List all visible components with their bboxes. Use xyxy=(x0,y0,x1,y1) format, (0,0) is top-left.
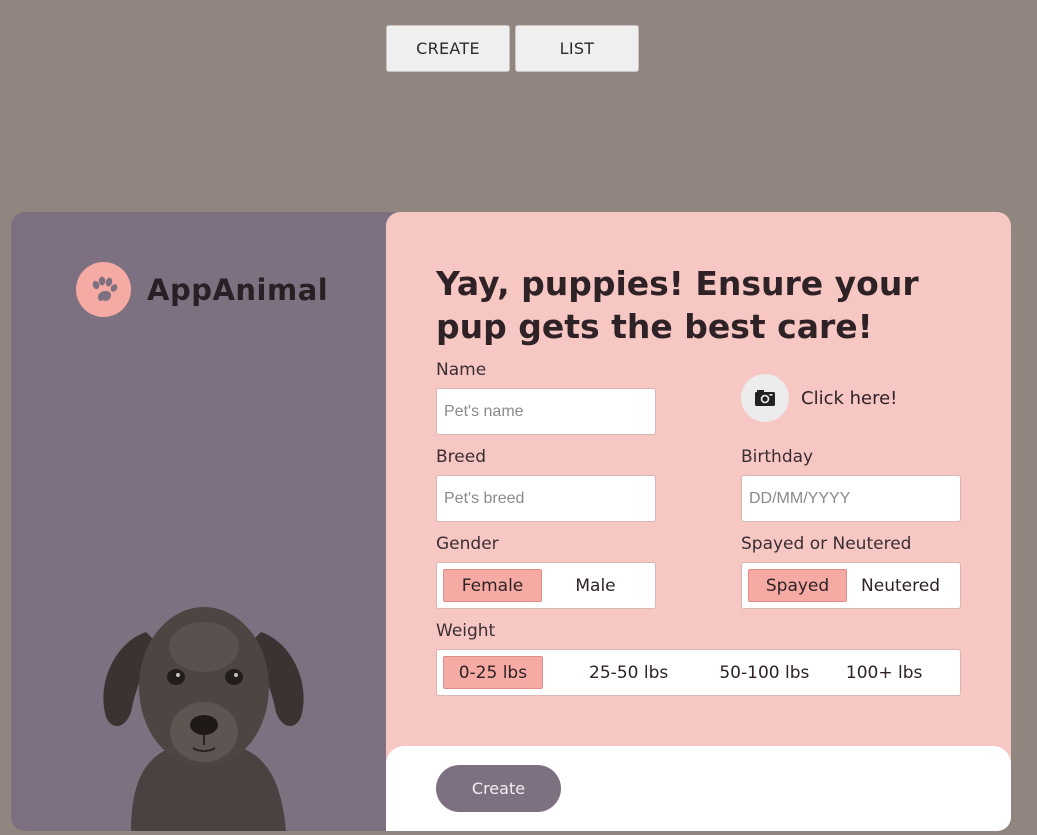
form-footer: Create xyxy=(386,746,1011,831)
weight-option-100-plus[interactable]: 100+ lbs xyxy=(814,656,954,689)
brand-name: AppAnimal xyxy=(147,272,329,307)
weight-toggle: 0-25 lbs 25-50 lbs 50-100 lbs 100+ lbs xyxy=(436,649,961,696)
spayed-option-spayed[interactable]: Spayed xyxy=(748,569,848,602)
name-input[interactable] xyxy=(436,388,656,435)
weight-option-25-50[interactable]: 25-50 lbs xyxy=(543,656,715,689)
gender-toggle: Female Male xyxy=(436,562,656,609)
weight-option-50-100[interactable]: 50-100 lbs xyxy=(714,656,814,689)
spayed-option-neutered[interactable]: Neutered xyxy=(847,569,954,602)
breed-input[interactable] xyxy=(436,475,656,522)
photo-upload-label[interactable]: Click here! xyxy=(801,388,897,409)
puppy-image xyxy=(103,607,304,831)
breed-label: Breed xyxy=(436,447,486,467)
birthday-label: Birthday xyxy=(741,447,814,467)
photo-upload[interactable]: Click here! xyxy=(741,374,897,422)
create-nav-button[interactable]: CREATE xyxy=(386,25,510,72)
spayed-toggle: Spayed Neutered xyxy=(741,562,961,609)
camera-icon[interactable] xyxy=(741,374,789,422)
birthday-input[interactable] xyxy=(741,475,961,522)
list-nav-button[interactable]: LIST xyxy=(515,25,639,72)
gender-option-female[interactable]: Female xyxy=(443,569,543,602)
create-button[interactable]: Create xyxy=(436,765,561,812)
form-headline: Yay, puppies! Ensure your pup gets the b… xyxy=(436,264,919,346)
brand-panel: AppAnimal xyxy=(11,212,411,831)
paw-icon xyxy=(76,262,131,317)
top-nav: CREATE LIST xyxy=(386,25,639,72)
gender-option-male[interactable]: Male xyxy=(542,569,649,602)
brand: AppAnimal xyxy=(76,262,328,317)
weight-option-0-25[interactable]: 0-25 lbs xyxy=(443,656,543,689)
name-label: Name xyxy=(436,360,487,380)
spayed-label: Spayed or Neutered xyxy=(741,534,912,554)
weight-label: Weight xyxy=(436,621,496,641)
pet-form-panel: Yay, puppies! Ensure your pup gets the b… xyxy=(386,212,1011,831)
gender-label: Gender xyxy=(436,534,499,554)
